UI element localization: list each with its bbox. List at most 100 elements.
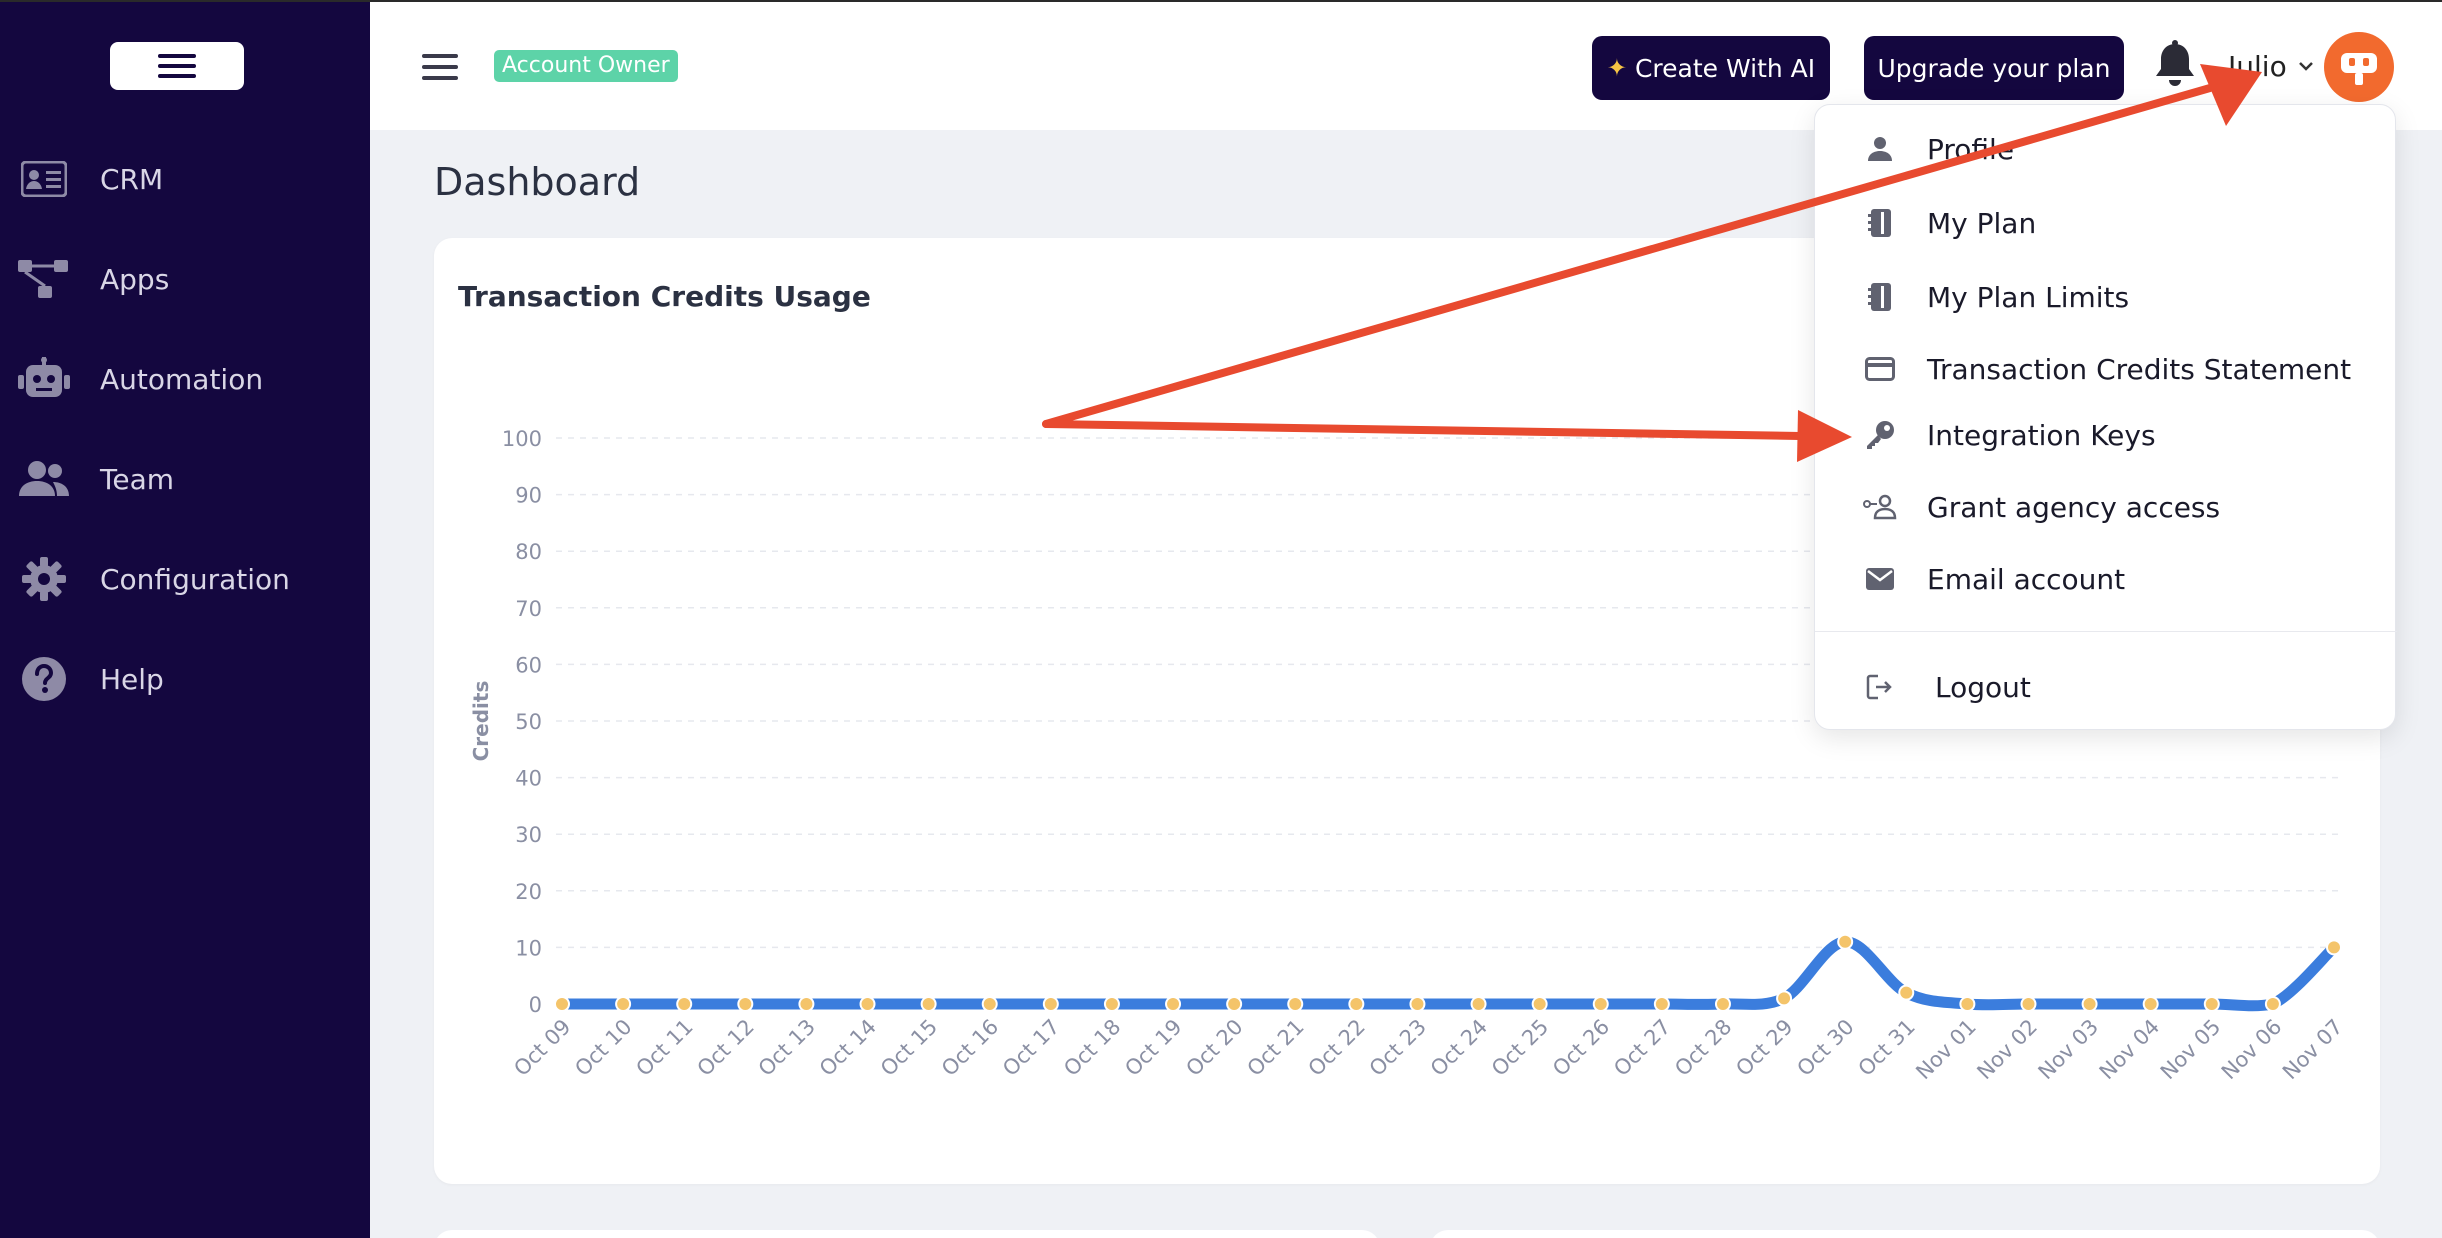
x-tick-label: Oct 23 — [1365, 1015, 1431, 1081]
x-tick-label: Oct 22 — [1304, 1015, 1370, 1081]
sidebar-item-help[interactable]: Help — [0, 644, 370, 714]
y-tick-label: 60 — [515, 653, 542, 677]
envelope-icon — [1863, 562, 1897, 596]
data-point — [1165, 996, 1182, 1012]
data-point — [737, 996, 754, 1012]
y-tick-label: 100 — [502, 427, 542, 451]
key-icon — [1863, 418, 1897, 452]
credit-card-icon — [1863, 352, 1897, 386]
menu-icon — [158, 54, 196, 78]
x-tick-label: Oct 10 — [570, 1015, 636, 1081]
data-point — [1898, 984, 1915, 1001]
menu-item-label: Integration Keys — [1927, 418, 2156, 452]
user-dropdown-menu: Profile My Plan My Plan Limits Transacti… — [1814, 104, 2397, 730]
create-with-ai-button[interactable]: ✦ Create With AI — [1592, 36, 1830, 100]
sidebar-item-label: Configuration — [100, 562, 290, 596]
data-point — [981, 996, 998, 1012]
data-point — [1714, 996, 1731, 1012]
page-title: Dashboard — [434, 160, 641, 204]
y-tick-label: 70 — [515, 597, 542, 621]
y-tick-label: 80 — [515, 540, 542, 564]
x-tick-label: Oct 13 — [754, 1015, 820, 1081]
data-point — [1592, 996, 1609, 1012]
data-point — [1837, 933, 1854, 950]
sidebar-item-configuration[interactable]: Configuration — [0, 544, 370, 614]
user-icon — [1863, 132, 1897, 166]
data-point — [920, 996, 937, 1012]
x-tick-label: Oct 14 — [815, 1015, 881, 1081]
gear-icon — [18, 557, 70, 601]
menu-item-label: Profile — [1927, 132, 2015, 166]
data-point — [2081, 996, 2098, 1012]
avatar[interactable] — [2324, 32, 2394, 102]
y-tick-label: 40 — [515, 767, 542, 791]
sidebar-toggle-button[interactable] — [110, 42, 244, 90]
chevron-down-icon[interactable] — [2296, 58, 2316, 74]
sidebar-item-apps[interactable]: Apps — [0, 244, 370, 314]
x-tick-label: Oct 24 — [1426, 1015, 1492, 1081]
data-point — [1042, 996, 1059, 1012]
x-tick-label: Oct 31 — [1854, 1015, 1920, 1081]
data-point — [554, 996, 570, 1012]
sidebar-item-label: CRM — [100, 162, 164, 196]
data-point — [798, 996, 815, 1012]
menu-item-label: My Plan — [1927, 206, 2037, 240]
data-point — [859, 996, 876, 1012]
bell-icon[interactable] — [2152, 40, 2198, 90]
menu-item-label: Transaction Credits Statement — [1927, 352, 2352, 386]
y-tick-label: 50 — [515, 710, 542, 734]
x-tick-label: Nov 04 — [2095, 1015, 2165, 1085]
x-tick-label: Nov 01 — [1911, 1015, 1981, 1085]
notebook-icon — [1863, 280, 1897, 314]
data-point — [2326, 939, 2342, 956]
data-point — [1287, 996, 1304, 1012]
menu-item-integration-keys[interactable]: Integration Keys — [1815, 403, 2397, 467]
sidebar-item-automation[interactable]: Automation — [0, 344, 370, 414]
menu-item-transaction-credits-statement[interactable]: Transaction Credits Statement — [1815, 337, 2397, 401]
y-tick-label: 30 — [515, 823, 542, 847]
sidebar-item-label: Team — [100, 462, 175, 496]
x-tick-label: Oct 12 — [693, 1015, 759, 1081]
data-point — [1470, 996, 1487, 1012]
x-tick-label: Nov 05 — [2156, 1015, 2226, 1085]
menu-divider — [1815, 631, 2397, 632]
x-tick-label: Oct 18 — [1059, 1015, 1125, 1081]
user-name[interactable]: Julio — [2228, 50, 2287, 83]
x-tick-label: Oct 17 — [998, 1015, 1064, 1081]
x-tick-label: Oct 09 — [509, 1015, 575, 1081]
top-border — [0, 0, 2442, 2]
menu-item-email-account[interactable]: Email account — [1815, 547, 2397, 611]
x-tick-label: Oct 29 — [1731, 1015, 1797, 1081]
data-point — [2142, 996, 2159, 1012]
hamburger-menu-icon[interactable] — [422, 54, 458, 80]
x-tick-label: Oct 25 — [1487, 1015, 1553, 1081]
menu-item-my-plan-limits[interactable]: My Plan Limits — [1815, 265, 2397, 329]
id-card-icon — [18, 157, 70, 201]
menu-item-profile[interactable]: Profile — [1815, 117, 2397, 181]
data-point — [1103, 996, 1120, 1012]
menu-item-label: Grant agency access — [1927, 490, 2221, 524]
upgrade-plan-button[interactable]: Upgrade your plan — [1864, 36, 2124, 100]
x-tick-label: Nov 02 — [1972, 1015, 2042, 1085]
y-tick-label: 10 — [515, 936, 542, 960]
x-tick-label: Oct 19 — [1120, 1015, 1186, 1081]
x-tick-label: Oct 21 — [1243, 1015, 1309, 1081]
data-point — [1226, 996, 1243, 1012]
data-point — [1409, 996, 1426, 1012]
x-tick-label: Oct 16 — [937, 1015, 1003, 1081]
sidebar-item-label: Help — [100, 662, 164, 696]
menu-item-my-plan[interactable]: My Plan — [1815, 191, 2397, 255]
x-tick-label: Oct 26 — [1548, 1015, 1614, 1081]
data-point — [1348, 996, 1365, 1012]
sparkle-icon: ✦ — [1606, 54, 1627, 82]
menu-item-label: My Plan Limits — [1927, 280, 2130, 314]
y-tick-label: 20 — [515, 880, 542, 904]
help-icon — [18, 657, 70, 701]
create-with-ai-label: Create With AI — [1634, 53, 1816, 83]
x-tick-label: Oct 20 — [1181, 1015, 1247, 1081]
menu-item-logout[interactable]: Logout — [1815, 655, 2397, 719]
menu-item-grant-agency-access[interactable]: Grant agency access — [1815, 475, 2397, 539]
sidebar-item-team[interactable]: Team — [0, 444, 370, 514]
robot-icon — [18, 357, 70, 401]
sidebar-item-crm[interactable]: CRM — [0, 144, 370, 214]
